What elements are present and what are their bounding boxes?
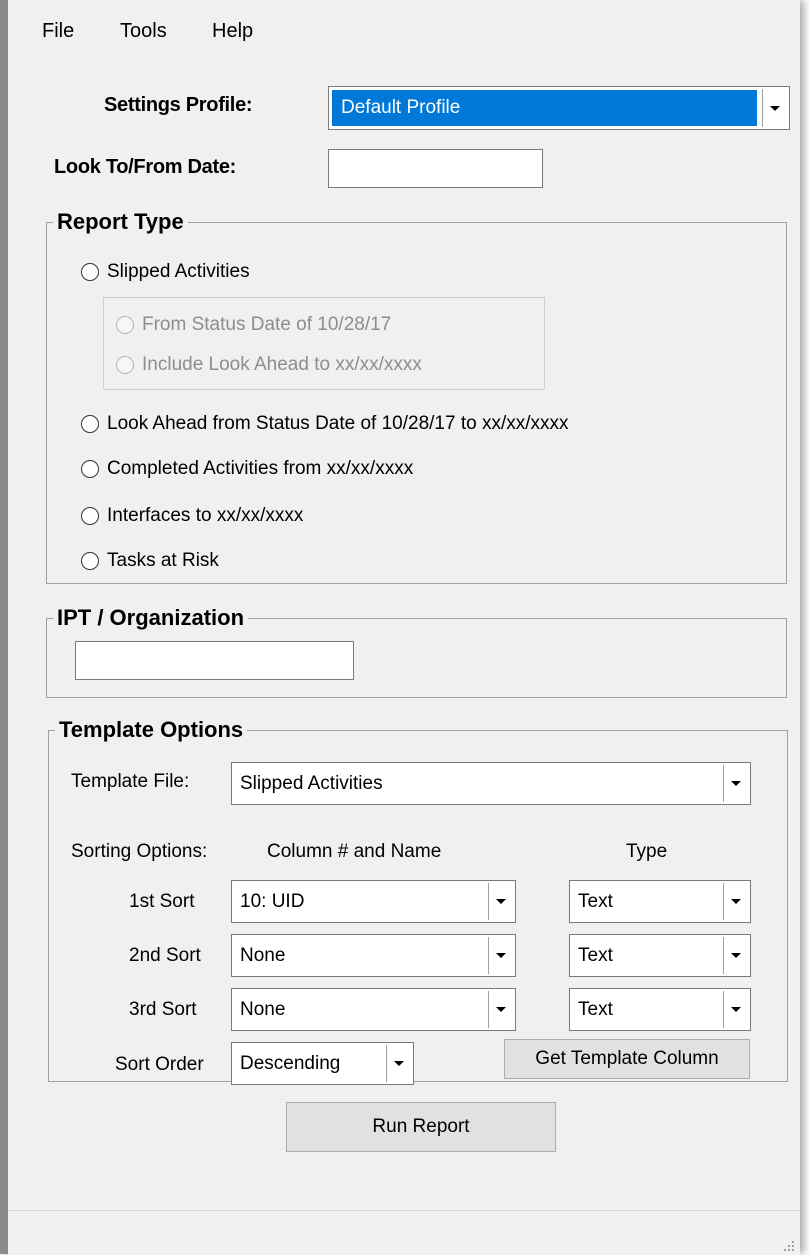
settings-profile-value: Default Profile (341, 97, 461, 118)
sort-label: 3rd Sort (129, 999, 197, 1020)
settings-profile-label: Settings Profile: (104, 94, 253, 116)
ipt-organization-group: IPT / Organization (46, 605, 787, 698)
sort-3-type-combo[interactable]: Text (569, 988, 751, 1031)
menu-help[interactable]: Help (208, 18, 257, 45)
radio-from-status-date[interactable]: From Status Date of 10/28/17 (116, 314, 391, 336)
radio-label: Include Look Ahead to xx/xx/xxxx (142, 354, 422, 375)
radio-button[interactable] (81, 507, 99, 525)
radio-label: Tasks at Risk (107, 550, 219, 571)
template-file-combo[interactable]: Slipped Activities (231, 762, 751, 805)
chevron-down-icon (731, 781, 741, 786)
radio-label: Completed Activities from xx/xx/xxxx (107, 458, 414, 479)
sort-type-dropdown-button[interactable] (723, 991, 748, 1028)
sort-order-label: Sort Order (115, 1054, 204, 1075)
chevron-down-icon (731, 953, 741, 958)
settings-profile-dropdown-button[interactable] (762, 89, 787, 127)
settings-profile-combo[interactable]: Default Profile (328, 86, 790, 130)
radio-interfaces[interactable]: Interfaces to xx/xx/xxxx (81, 505, 303, 527)
chevron-down-icon (496, 1007, 506, 1012)
sort-type-value: Text (578, 998, 613, 1020)
chevron-down-icon (496, 953, 506, 958)
report-type-group: Report Type Slipped Activities From Stat… (46, 209, 787, 584)
chevron-down-icon (496, 899, 506, 904)
ipt-organization-field[interactable] (75, 641, 354, 680)
sort-column-value: None (240, 998, 286, 1020)
sort-column-dropdown-button[interactable] (488, 991, 513, 1028)
sort-2-column-combo[interactable]: None (231, 934, 516, 977)
sort-column-dropdown-button[interactable] (488, 937, 513, 974)
slipped-suboptions-box: From Status Date of 10/28/17 Include Loo… (103, 297, 545, 390)
look-date-field[interactable] (328, 149, 543, 188)
radio-button[interactable] (81, 415, 99, 433)
radio-button[interactable] (81, 552, 99, 570)
template-file-label: Template File: (71, 771, 190, 792)
radio-label: Slipped Activities (107, 261, 250, 282)
template-file-value: Slipped Activities (240, 772, 383, 794)
radio-label: Look Ahead from Status Date of 10/28/17 … (107, 413, 569, 434)
sort-order-combo[interactable]: Descending (231, 1042, 414, 1085)
sorting-options-label: Sorting Options: (71, 841, 208, 862)
radio-label: From Status Date of 10/28/17 (142, 314, 392, 335)
radio-tasks-at-risk[interactable]: Tasks at Risk (81, 550, 219, 572)
chevron-down-icon (770, 105, 780, 111)
sort-column-value: 10: UID (240, 890, 305, 912)
template-options-group: Template Options Template File: Slipped … (48, 717, 788, 1085)
radio-button[interactable] (116, 356, 134, 374)
run-report-button[interactable]: Run Report (286, 1102, 556, 1152)
sort-order-dropdown-button[interactable] (386, 1045, 411, 1082)
menu-file[interactable]: File (38, 18, 78, 45)
sort-1-type-combo[interactable]: Text (569, 880, 751, 923)
template-options-title: Template Options (55, 717, 248, 743)
sort-column-dropdown-button[interactable] (488, 883, 513, 920)
get-template-column-button[interactable]: Get Template Column (504, 1039, 750, 1079)
radio-button[interactable] (81, 263, 99, 281)
radio-slipped-activities[interactable]: Slipped Activities (81, 261, 250, 283)
radio-completed-activities[interactable]: Completed Activities from xx/xx/xxxx (81, 458, 413, 480)
menu-tools[interactable]: Tools (116, 18, 171, 45)
sort-type-dropdown-button[interactable] (723, 937, 748, 974)
radio-look-ahead[interactable]: Look Ahead from Status Date of 10/28/17 … (81, 413, 569, 435)
sort-1-column-combo[interactable]: 10: UID (231, 880, 516, 923)
radio-button[interactable] (116, 316, 134, 334)
sort-column-value: None (240, 944, 286, 966)
chevron-down-icon (394, 1061, 404, 1066)
sort-label: 2nd Sort (129, 945, 201, 966)
type-header: Type (626, 841, 668, 862)
sort-3-column-combo[interactable]: None (231, 988, 516, 1031)
status-bar (8, 1210, 800, 1255)
sort-type-value: Text (578, 890, 613, 912)
resize-grip-icon[interactable] (780, 1237, 794, 1251)
ipt-organization-title: IPT / Organization (53, 605, 249, 631)
sort-type-value: Text (578, 944, 613, 966)
menu-bar: File Tools Help (8, 0, 800, 60)
radio-button[interactable] (81, 460, 99, 478)
chevron-down-icon (731, 899, 741, 904)
report-type-title: Report Type (53, 209, 188, 235)
chevron-down-icon (731, 1007, 741, 1012)
column-header: Column # and Name (267, 841, 442, 862)
sort-type-dropdown-button[interactable] (723, 883, 748, 920)
main-window: File Tools Help Settings Profile: Defaul… (0, 0, 800, 1255)
look-date-label: Look To/From Date: (54, 156, 237, 178)
radio-label: Interfaces to xx/xx/xxxx (107, 505, 304, 526)
template-file-dropdown-button[interactable] (723, 765, 748, 802)
sort-label: 1st Sort (129, 891, 195, 912)
radio-include-look-ahead[interactable]: Include Look Ahead to xx/xx/xxxx (116, 354, 422, 376)
sort-2-type-combo[interactable]: Text (569, 934, 751, 977)
sort-order-value: Descending (240, 1052, 341, 1074)
